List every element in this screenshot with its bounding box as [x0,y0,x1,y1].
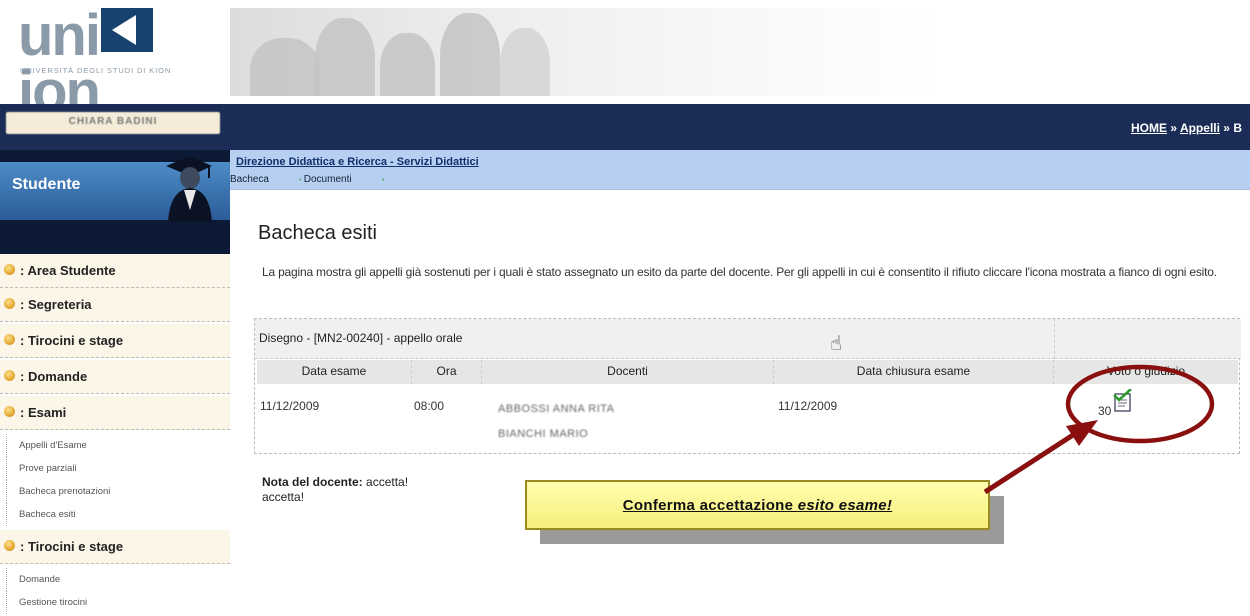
hand-pointer-icon[interactable]: ☝ [830,331,842,356]
logo-subtitle: UNIVERSITÀ DEGLI STUDI DI KION [20,66,172,75]
tab-bacheca[interactable]: Bacheca [230,174,269,185]
cell-docente-1: ABBOSSI ANNA RITA [498,403,615,415]
exam-title: Disegno - [MN2-00240] - appello orale [259,331,463,345]
doc-icon: ▪ [381,175,385,184]
section-bar: Direzione Didattica e Ricerca - Servizi … [230,150,1250,190]
cell-data-chiusura: 11/12/2009 [778,399,838,413]
tab-more[interactable]: ▪ [382,174,387,185]
breadcrumb: HOME » Appelli » B [1131,121,1242,135]
col-docenti: Docenti [482,360,774,384]
user-bar: CHIARA BADINI [0,104,230,150]
col-ora: Ora [412,360,482,384]
callout-box: Conferma accettazione esito esame! [525,480,990,530]
username: CHIARA BADINI [6,112,220,134]
bullet-icon [4,298,15,309]
exam-header-action [1055,319,1241,359]
bullet-icon [4,540,15,551]
bullet-icon [4,264,15,275]
exam-header: Disegno - [MN2-00240] - appello orale [255,319,1055,359]
menu-tirocini-stage[interactable]: : Tirocini e stage [0,324,230,358]
exam-table: Disegno - [MN2-00240] - appello orale [254,318,1241,454]
note-text: accetta! [366,475,409,489]
student-label: Studente [12,176,81,193]
breadcrumb-home[interactable]: HOME [1131,121,1167,135]
cell-ora: 08:00 [414,399,445,413]
cell-data-esame: 11/12/2009 [260,399,320,413]
menu-esami[interactable]: : Esami [0,396,230,430]
graduate-icon [166,156,212,222]
tab-documenti[interactable]: ▪ Documenti [299,174,352,185]
top-nav: HOME » Appelli » B [230,104,1250,150]
cell-docente-2: BIANCHI MARIO [498,428,589,440]
col-data-chiusura: Data chiusura esame [774,360,1054,384]
breadcrumb-current: B [1233,121,1242,135]
col-voto: Voto o giudizio [1054,360,1238,384]
submenu-domande[interactable]: Domande [6,568,170,591]
menu-tirocini-stage-2[interactable]: : Tirocini e stage [0,530,230,564]
submenu-appelli-esame[interactable]: Appelli d'Esame [6,434,170,457]
col-data-esame: Data esame [257,360,412,384]
submenu-prove-parziali[interactable]: Prove parziali [6,457,170,480]
cell-voto: 30 [1098,404,1112,418]
page-title: Bacheca esiti [258,222,377,244]
menu-domande[interactable]: : Domande [0,360,230,394]
submenu-bacheca-prenotazioni[interactable]: Bacheca prenotazioni [6,480,170,503]
note-text-2: accetta! [262,490,305,504]
header-banner [230,8,1250,96]
doc-icon: ▪ [298,175,302,184]
intro-text: La pagina mostra gli appelli già sostenu… [262,265,1217,279]
bullet-icon [4,334,15,345]
accept-grade-icon[interactable] [1112,389,1134,413]
menu-area-studente[interactable]: : Area Studente [0,254,230,288]
menu-segreteria[interactable]: : Segreteria [0,288,230,322]
student-box: Studente [0,150,230,254]
teacher-note: Nota del docente: accetta! accetta! [262,475,409,504]
section-tabs: Bacheca ▪ Documenti ▪ [230,174,416,185]
header: uniion UNIVERSITÀ DEGLI STUDI DI KION [0,0,1250,121]
submenu-bacheca-esiti[interactable]: Bacheca esiti [6,503,170,526]
section-title-link[interactable]: Direzione Didattica e Ricerca - Servizi … [236,156,479,168]
callout-text: Conferma accettazione esito esame! [622,497,893,514]
bullet-icon [4,370,15,381]
submenu-gestione-tirocini[interactable]: Gestione tirocini [6,591,170,614]
logo-k-icon [100,8,153,52]
university-logo[interactable]: uniion UNIVERSITÀ DEGLI STUDI DI KION [18,7,218,121]
bullet-icon [4,406,15,417]
breadcrumb-appelli[interactable]: Appelli [1180,121,1220,135]
